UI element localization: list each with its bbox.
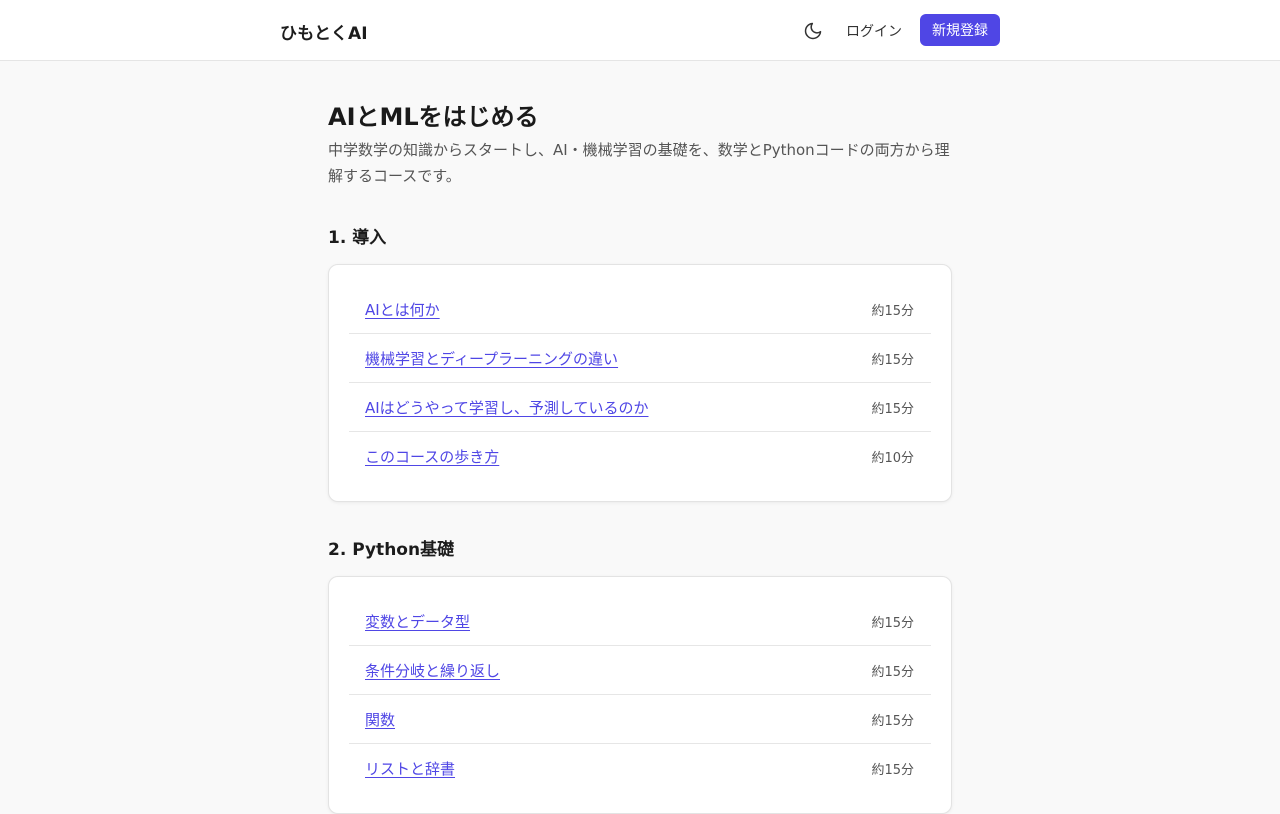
lesson-link[interactable]: 条件分岐と繰り返し xyxy=(365,660,500,681)
page-title: AIとMLをはじめる xyxy=(328,103,539,131)
theme-toggle-button[interactable] xyxy=(799,17,827,45)
lesson-row: 条件分岐と繰り返し 約15分 xyxy=(349,646,931,695)
lesson-row: リストと辞書 約15分 xyxy=(349,744,931,793)
lesson-row: 機械学習とディープラーニングの違い 約15分 xyxy=(349,334,931,383)
top-nav: ひもとくAI ログイン 新規登録 xyxy=(0,0,1280,61)
lesson-duration: 約15分 xyxy=(871,303,914,319)
lesson-duration: 約15分 xyxy=(871,713,914,729)
lesson-link[interactable]: リストと辞書 xyxy=(365,758,455,779)
lesson-row: AIとは何か 約15分 xyxy=(349,285,931,334)
lesson-duration: 約10分 xyxy=(871,451,914,466)
lesson-link[interactable]: 変数とデータ型 xyxy=(365,611,470,632)
lesson-link[interactable]: AIとは何か xyxy=(365,299,440,320)
lesson-link[interactable]: 関数 xyxy=(365,709,395,730)
login-link[interactable]: ログイン xyxy=(846,21,902,41)
lesson-row: 関数 約15分 xyxy=(349,695,931,744)
course-description: 中学数学の知識からスタートし、AI・機械学習の基礎を、数学とPythonコードの… xyxy=(328,141,950,185)
lesson-duration: 約15分 xyxy=(871,401,914,417)
section-title: 1. 導入 xyxy=(328,228,387,248)
lesson-row: 変数とデータ型 約15分 xyxy=(349,597,931,646)
lesson-list: AIとは何か 約15分 機械学習とディープラーニングの違い 約15分 AIはどう… xyxy=(328,264,952,502)
lesson-duration: 約15分 xyxy=(871,763,914,778)
lesson-duration: 約15分 xyxy=(871,615,914,631)
lesson-link[interactable]: このコースの歩き方 xyxy=(365,446,499,467)
lesson-link[interactable]: 機械学習とディープラーニングの違い xyxy=(365,348,618,369)
moon-icon xyxy=(804,22,822,40)
lesson-link[interactable]: AIはどうやって学習し、予測しているのか xyxy=(365,397,649,418)
lesson-row: AIはどうやって学習し、予測しているのか 約15分 xyxy=(349,383,931,432)
lesson-duration: 約15分 xyxy=(871,664,914,680)
signup-button[interactable]: 新規登録 xyxy=(920,14,1000,46)
lesson-row: このコースの歩き方 約10分 xyxy=(349,432,931,481)
site-logo[interactable]: ひもとくAI xyxy=(280,19,368,44)
section-title: 2. Python基礎 xyxy=(328,540,455,560)
lesson-list: 変数とデータ型 約15分 条件分岐と繰り返し 約15分 関数 約15分 リストと… xyxy=(328,576,952,814)
lesson-duration: 約15分 xyxy=(871,352,914,368)
course-content: AIとMLをはじめる 中学数学の知識からスタートし、AI・機械学習の基礎を、数学… xyxy=(328,100,952,814)
